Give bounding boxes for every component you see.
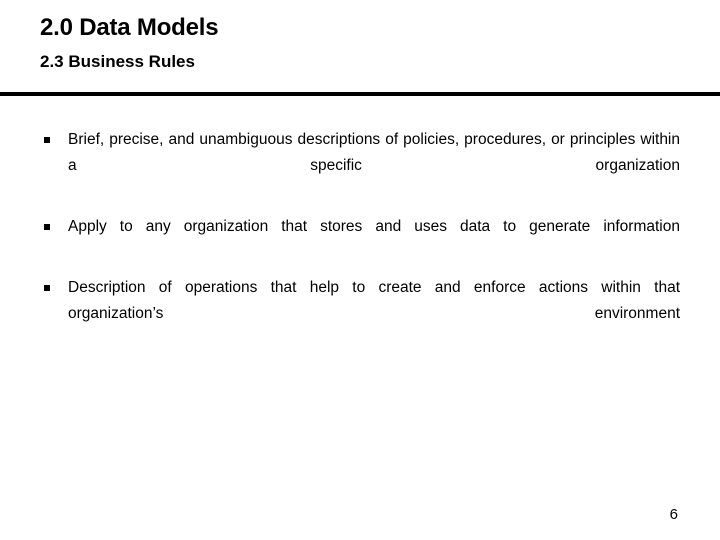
page-title: 2.0 Data Models (40, 14, 219, 41)
bullet-list: Brief, precise, and unambiguous descript… (40, 127, 680, 353)
slide-header: 2.0 Data Models 2.3 Business Rules (40, 14, 680, 71)
list-item-text: Description of operations that help to c… (68, 279, 680, 322)
page-number: 6 (669, 506, 678, 523)
list-item: Description of operations that help to c… (40, 275, 680, 353)
square-bullet-icon (44, 137, 50, 143)
presentation-slide: 2.0 Data Models 2.3 Business Rules Brief… (0, 0, 720, 540)
square-bullet-icon (44, 285, 50, 291)
header-divider (0, 92, 720, 96)
slide-subtitle: 2.3 Business Rules (40, 51, 195, 71)
list-item-text: Apply to any organization that stores an… (68, 218, 680, 235)
list-item: Brief, precise, and unambiguous descript… (40, 127, 680, 205)
square-bullet-icon (44, 224, 50, 230)
list-item-text: Brief, precise, and unambiguous descript… (68, 131, 680, 174)
list-item: Apply to any organization that stores an… (40, 214, 680, 266)
